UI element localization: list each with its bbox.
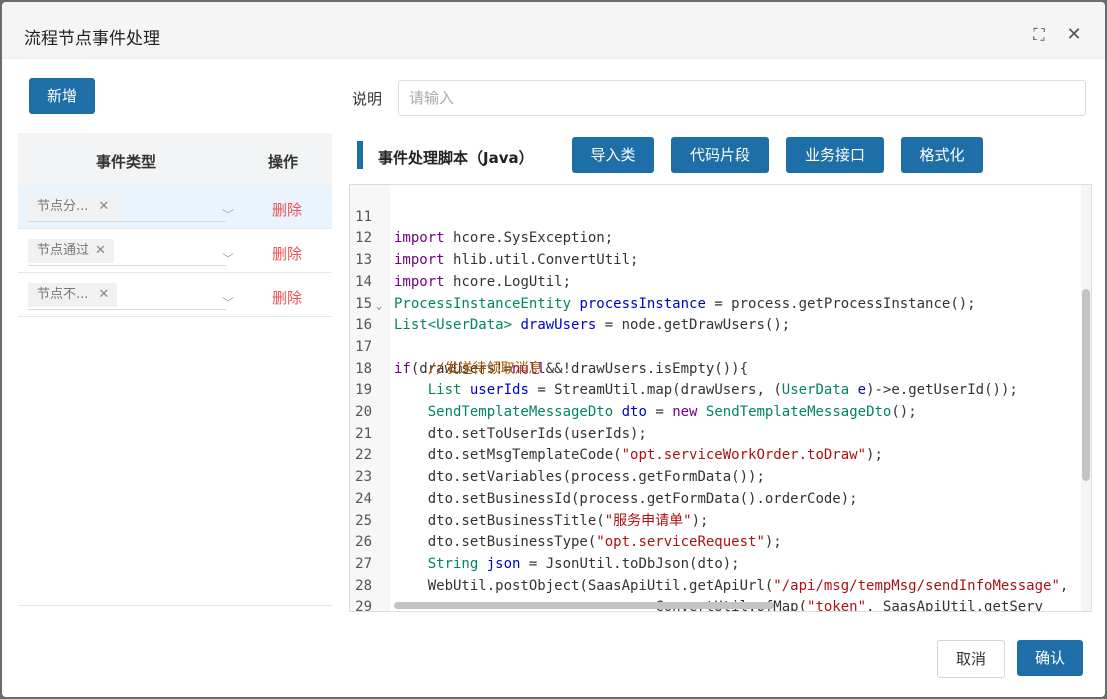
code-snippet-button[interactable]: 代码片段 bbox=[671, 137, 769, 173]
code-line: 17 //发送待领取消息 bbox=[350, 315, 542, 377]
event-type-select[interactable]: 节点通过 ✕ ﹀ bbox=[28, 239, 234, 266]
table-header: 事件类型 操作 bbox=[18, 133, 332, 185]
header-event-type: 事件类型 bbox=[96, 153, 157, 171]
fullscreen-icon[interactable]: ⛶ bbox=[1030, 26, 1048, 44]
section-accent-bar bbox=[357, 141, 363, 169]
code-line: 14 ProcessInstanceEntity processInstance… bbox=[350, 250, 975, 312]
vertical-scrollbar[interactable] bbox=[1081, 185, 1091, 611]
code-line: 21 dto.setMsgTemplateCode("opt.serviceWo… bbox=[350, 402, 883, 464]
event-tag: 节点不... ✕ bbox=[28, 283, 118, 307]
delete-link[interactable]: 删除 bbox=[272, 199, 302, 220]
event-tag-label: 节点不... bbox=[37, 287, 89, 302]
chevron-down-icon[interactable]: ﹀ bbox=[222, 250, 234, 267]
delete-link[interactable]: 删除 bbox=[272, 243, 302, 264]
code-line: 24 dto.setBusinessTitle("服务申请单"); bbox=[350, 467, 708, 529]
chevron-down-icon[interactable]: ﹀ bbox=[222, 294, 234, 311]
event-tag-label: 节点通过 bbox=[37, 243, 90, 258]
event-tag-label: 节点分... bbox=[37, 199, 89, 214]
code-line: 27 WebUtil.postObject(SaasApiUtil.getApi… bbox=[350, 532, 1068, 594]
line-number: 29 bbox=[355, 599, 372, 612]
table-row: 节点分... ✕ ﹀ 删除 bbox=[18, 185, 332, 229]
tag-close-icon[interactable]: ✕ bbox=[98, 199, 109, 214]
code-line: 25 dto.setBusinessType("opt.serviceReque… bbox=[350, 489, 782, 551]
code-line: 13 import hcore.LogUtil; bbox=[350, 228, 571, 290]
code-line: 15 List<UserData> drawUsers = node.getDr… bbox=[350, 272, 790, 334]
code-line: 22 dto.setVariables(process.getFormData(… bbox=[350, 424, 765, 485]
tag-close-icon[interactable]: ✕ bbox=[95, 243, 106, 258]
description-label: 说明 bbox=[352, 90, 383, 108]
code-line: 20 dto.setToUserIds(userIds); bbox=[350, 380, 647, 442]
tag-close-icon[interactable]: ✕ bbox=[98, 287, 109, 302]
description-input[interactable] bbox=[398, 80, 1086, 116]
code-line: 16 ⌄ if(drawUsers!=null&&!drawUsers.isEm… bbox=[350, 294, 748, 377]
code-line: 12 import hlib.util.ConvertUtil; bbox=[350, 207, 638, 268]
fold-arrow-icon[interactable]: ⌄ bbox=[376, 296, 382, 318]
code-line: 18 List userIds = StreamUtil.map(drawUse… bbox=[350, 337, 1018, 399]
script-section-title: 事件处理脚本（Java） bbox=[378, 149, 534, 167]
event-type-select[interactable]: 节点分... ✕ ﹀ bbox=[28, 195, 234, 222]
event-tag: 节点通过 ✕ bbox=[28, 239, 114, 263]
vertical-scroll-thumb[interactable] bbox=[1082, 289, 1090, 481]
format-button[interactable]: 格式化 bbox=[901, 137, 983, 173]
confirm-button[interactable]: 确认 bbox=[1017, 640, 1083, 676]
code-line: 29 return; bbox=[350, 576, 384, 611]
code-line: 11 import hcore.SysException; bbox=[350, 185, 613, 247]
code-line: 19 SendTemplateMessageDto dto = new Send… bbox=[350, 359, 917, 420]
event-table: 事件类型 操作 节点分... ✕ ﹀ 删除 节点通过 ✕ ﹀ 删除 节点不... ✕ … bbox=[18, 133, 332, 606]
close-icon[interactable]: ✕ bbox=[1065, 26, 1083, 44]
dialog-title: 流程节点事件处理 bbox=[24, 29, 160, 49]
horizontal-scroll-thumb[interactable] bbox=[394, 602, 774, 609]
chevron-down-icon[interactable]: ﹀ bbox=[222, 206, 234, 223]
header-operation: 操作 bbox=[268, 153, 299, 171]
code-line: 28 ConvertUtil.ofMap("token", SaasApiUti… bbox=[350, 554, 1043, 611]
dialog-header: 流程节点事件处理 ⛶ ✕ bbox=[2, 2, 1105, 59]
delete-link[interactable]: 删除 bbox=[272, 287, 302, 308]
event-type-select[interactable]: 节点不... ✕ ﹀ bbox=[28, 283, 234, 310]
add-button[interactable]: 新增 bbox=[29, 78, 95, 114]
code-line: 23 dto.setBusinessId(process.getFormData… bbox=[350, 445, 857, 507]
table-row: 节点通过 ✕ ﹀ 删除 bbox=[18, 229, 332, 273]
event-tag: 节点分... ✕ bbox=[28, 195, 118, 219]
table-row: 节点不... ✕ ﹀ 删除 bbox=[18, 273, 332, 317]
code-editor[interactable]: 11 import hcore.SysException; 12 import … bbox=[349, 184, 1092, 612]
cancel-button[interactable]: 取消 bbox=[937, 640, 1005, 678]
business-api-button[interactable]: 业务接口 bbox=[786, 137, 884, 173]
import-class-button[interactable]: 导入类 bbox=[572, 137, 654, 173]
code-line: 26 String json = JsonUtil.toDbJson(dto); bbox=[350, 511, 739, 572]
